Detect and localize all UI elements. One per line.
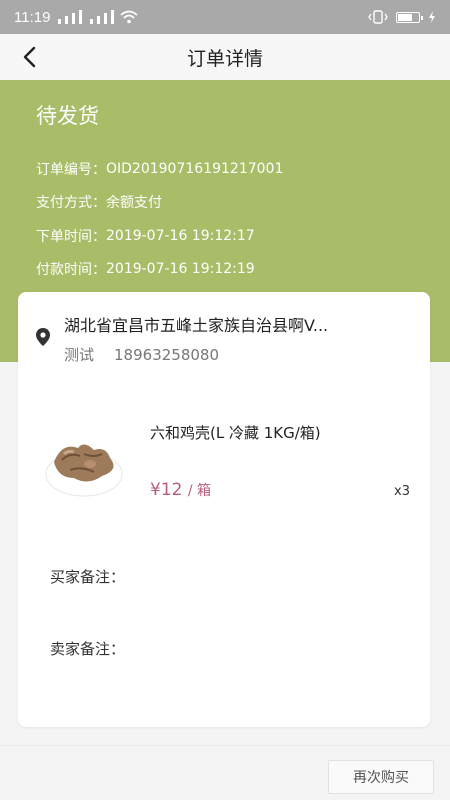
order-card: 湖北省宜昌市五峰土家族自治县啊V... 测试 18963258080 六和鸡壳(L… (18, 292, 430, 727)
price-unit: / 箱 (187, 483, 212, 499)
payment-method-label: 支付方式： (36, 195, 106, 212)
recipient-name: 测试 (64, 346, 95, 364)
signal-icon (58, 10, 83, 24)
product-name: 六和鸡壳(L 冷藏 1KG/箱) (150, 424, 321, 442)
status-time: 11:19 (14, 8, 51, 26)
payment-method-row: 支付方式： 余额支付 (36, 186, 414, 220)
vibrate-icon (368, 10, 388, 24)
order-status: 待发货 (36, 104, 99, 128)
page-title: 订单详情 (186, 47, 263, 70)
order-time-row: 下单时间： 2019-07-16 19:12:17 (36, 219, 414, 253)
product-item[interactable]: 六和鸡壳(L 冷藏 1KG/箱) ¥12 / 箱 x3 (38, 414, 418, 514)
order-number-row: 订单编号： OID20190716191217001 (36, 152, 414, 186)
price-value: ¥12 (150, 480, 183, 500)
buyer-remark-label: 买家备注： (50, 568, 126, 586)
wifi-icon (120, 10, 139, 24)
recipient-info: 测试 18963258080 (64, 344, 430, 365)
location-pin-icon (36, 328, 50, 346)
order-time-value: 2019-07-16 19:12:17 (106, 227, 255, 244)
chevron-left-icon (23, 46, 36, 68)
shipping-address: 湖北省宜昌市五峰土家族自治县啊V... 测试 18963258080 (18, 292, 430, 370)
payment-method-value: 余额支付 (106, 195, 162, 212)
order-number-label: 订单编号： (36, 161, 106, 178)
signal-icon-2 (90, 10, 115, 24)
product-quantity: x3 (394, 484, 410, 499)
payment-time-row: 付款时间： 2019-07-16 19:12:19 (36, 253, 414, 287)
address-line: 湖北省宜昌市五峰土家族自治县啊V... (64, 316, 329, 335)
charging-icon (429, 11, 435, 23)
bottom-action-bar: 再次购买 (0, 745, 450, 800)
nav-bar: 订单详情 (0, 34, 450, 80)
seller-remark-label: 卖家备注： (50, 640, 126, 658)
back-button[interactable] (14, 42, 44, 72)
payment-time-label: 付款时间： (36, 262, 106, 279)
battery-icon (396, 11, 423, 23)
rebuy-button[interactable]: 再次购买 (328, 760, 434, 794)
status-bar: 11:19 (0, 0, 450, 34)
payment-time-value: 2019-07-16 19:12:19 (106, 261, 255, 278)
product-price: ¥12 / 箱 (150, 480, 211, 500)
product-image (45, 444, 123, 497)
recipient-phone: 18963258080 (114, 346, 219, 364)
order-time-label: 下单时间： (36, 228, 106, 245)
order-number-value: OID20190716191217001 (106, 160, 284, 177)
